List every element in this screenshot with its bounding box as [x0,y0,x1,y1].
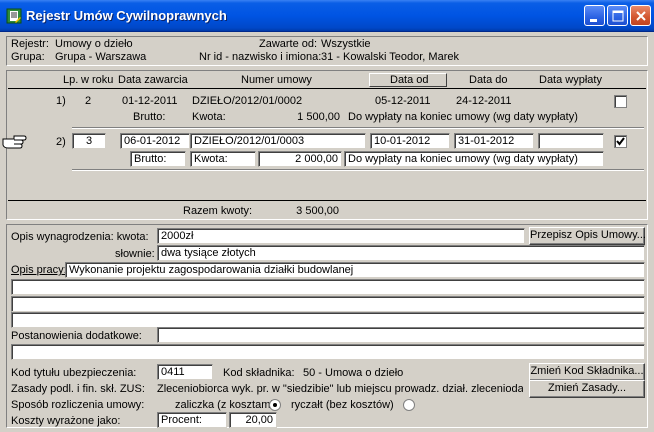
row-data-wyplaty-input[interactable] [538,133,604,149]
kod-tytulu-label: Kod tytułu ubezpieczenia: [11,367,137,379]
zasady-label: Zasady podl. i fin. skł. ZUS: [11,383,145,395]
col-data-od-sorted[interactable]: Data od [369,73,447,87]
nrid-label: Nr id - nazwisko i imiona: [199,51,322,63]
row-kwota-label-field: Kwota: [190,151,256,167]
row-w-roku: 2 [85,95,92,107]
row-data-do: 24-12-2011 [456,95,512,107]
row-numer-umowy: DZIEŁO/2012/01/0002 [192,95,303,107]
row-brutto-label: Brutto: [133,111,166,123]
col-lp[interactable]: Lp. [63,74,78,87]
table-body: 1) 2 01-12-2011 DZIEŁO/2012/01/0002 05-1… [2,88,646,201]
opis-pracy-line-4[interactable] [11,312,645,328]
rejestr-label: Rejestr: [11,38,49,50]
postanowienia-input[interactable] [157,327,645,343]
row-data-od-input[interactable]: 10-01-2012 [370,133,450,149]
close-icon [636,11,646,21]
maximize-button[interactable] [607,5,628,26]
details-panel: Opis wynagrodzenia: kwota: 2000zł Przepi… [6,224,648,428]
koszty-label: Koszty wyrażone jako: [11,415,121,427]
zaliczka-label: zaliczka (z kosztami) [175,399,277,411]
row-checkbox[interactable] [614,95,627,108]
minimize-icon [590,19,597,22]
nrid-value: 31 - Kowalski Teodor, Marek [321,51,459,63]
row-data-od: 05-12-2011 [375,95,431,107]
grupa-value: Grupa - Warszawa [55,51,147,63]
row-lp: 2) [56,136,66,148]
zmien-zasady-button[interactable]: Zmień Zasady... [529,380,645,398]
opis-pracy-line-2[interactable] [11,279,645,295]
title-bar[interactable]: Rejestr Umów Cywilnoprawnych [0,0,654,32]
rejestr-value: Umowy o dzieło [55,38,133,50]
grupa-label: Grupa: [11,51,45,63]
zasady-value: Zleceniobiorca wyk. pr. w "siedzibie" lu… [157,383,523,395]
col-data-do[interactable]: Data do [469,74,508,87]
pointing-hand-icon [2,131,28,154]
zawarte-value: Wszystkie [321,38,371,50]
razem-value: 3 500,00 [296,205,339,217]
row-wyplata-opis: Do wypłaty na koniec umowy (wg daty wypł… [348,111,578,123]
col-numer-umowy[interactable]: Numer umowy [241,74,312,87]
row-wyplata-opis-field[interactable]: Do wypłaty na koniec umowy (wg daty wypł… [344,151,604,167]
ryczalt-radio[interactable] [403,399,415,411]
minimize-button[interactable] [584,5,605,26]
zmien-kod-skladnika-button[interactable]: Zmień Kod Składnika... [529,363,645,381]
zaliczka-radio[interactable] [269,399,281,411]
row-numer-umowy-input[interactable]: DZIEŁO/2012/01/0003 [190,133,366,149]
row-lp: 1) [56,95,66,107]
slownie-label: słownie: [115,248,155,260]
row-data-zawarcia-input[interactable]: 06-01-2012 [120,133,190,149]
kod-skladnika-value: 50 - Umowa o dzieło [303,367,404,379]
row-divider-highlight [72,170,644,171]
col-w-roku[interactable]: w roku [81,74,113,87]
koszty-type-field[interactable]: Procent: [157,412,227,428]
col-data-zawarcia[interactable]: Data zawarcia [118,74,188,87]
opis-wynagrodzenia-label: Opis wynagrodzenia: kwota: [11,231,149,243]
zawarte-label: Zawarte od: [259,38,318,50]
kwota-input[interactable]: 2000zł [157,228,525,244]
row-kwota-label: Kwota: [192,111,226,123]
row-kwota-input[interactable]: 2 000,00 [258,151,342,167]
header-panel: Rejestr: Umowy o dzieło Grupa: Grupa - W… [6,36,648,66]
slownie-input[interactable]: dwa tysiące złotych [157,245,645,261]
razem-label: Razem kwoty: [183,205,253,217]
contracts-table: Lp. w roku Data zawarcia Numer umowy Dat… [2,70,648,220]
sposob-label: Sposób rozliczenia umowy: [11,399,145,411]
opis-pracy-input[interactable]: Wykonanie projektu zagospodarowania dzia… [65,262,645,278]
przepisz-opis-button[interactable]: Przepisz Opis Umowy... [529,227,646,245]
opis-pracy-label: Opis pracy: [11,264,67,276]
kod-skladnika-label: Kod składnika: [223,367,295,379]
opis-pracy-line-3[interactable] [11,296,645,312]
row-data-zawarcia: 01-12-2011 [122,95,178,107]
row-brutto-input[interactable]: Brutto: [130,151,186,167]
col-data-od: Data od [390,74,429,86]
close-button[interactable] [630,5,651,26]
postanowienia-label: Postanowienia dodatkowe: [11,330,142,342]
app-icon [6,8,22,24]
kod-tytulu-input[interactable]: 0411 [157,364,213,380]
maximize-icon [612,10,624,22]
postanowienia-line-2[interactable] [11,344,645,360]
col-data-wyplaty[interactable]: Data wypłaty [539,74,602,87]
ryczalt-label: ryczałt (bez kosztów) [291,399,394,411]
row-checkbox-checked[interactable] [614,135,627,148]
row-w-roku-input[interactable]: 3 [72,133,106,149]
window-title: Rejestr Umów Cywilnoprawnych [26,8,227,23]
row-divider-highlight [72,128,644,129]
row-data-do-input[interactable]: 31-01-2012 [454,133,534,149]
row-kwota: 1 500,00 [297,111,340,123]
check-icon [616,137,625,146]
koszty-value-input[interactable]: 20,00 [229,412,277,428]
